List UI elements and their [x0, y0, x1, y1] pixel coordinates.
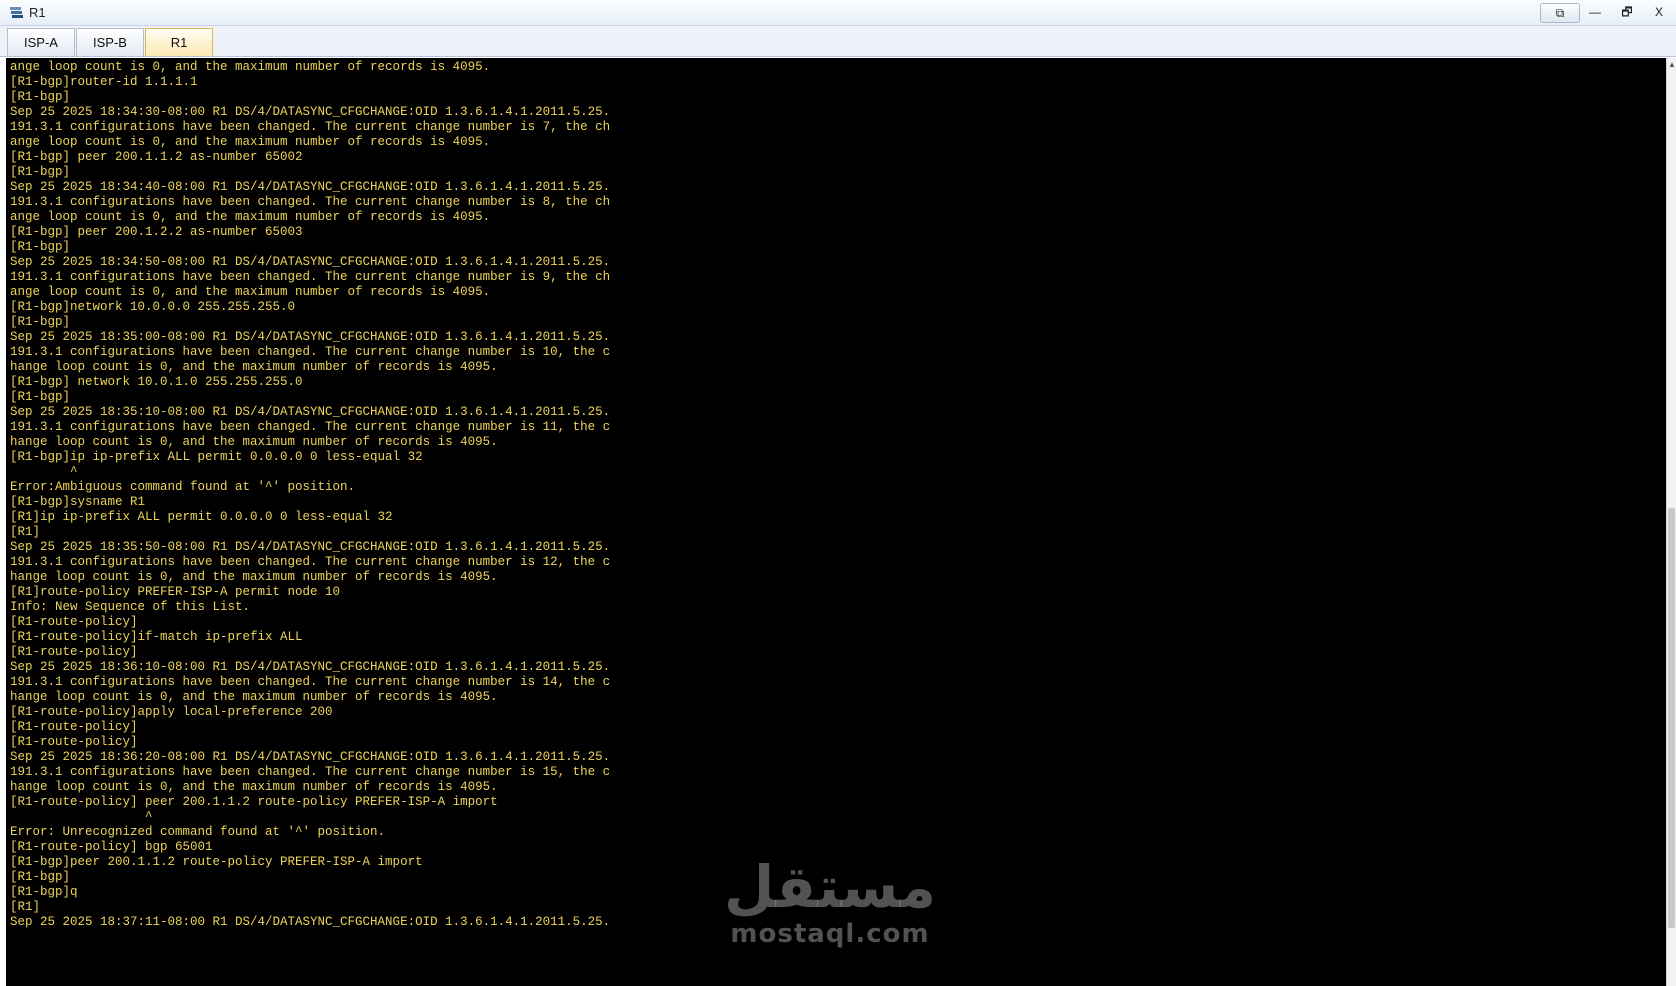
terminal-line: [R1-bgp]router-id 1.1.1.1 — [10, 75, 198, 89]
restore-app-button[interactable]: ⧉ — [1540, 3, 1580, 23]
terminal-console[interactable]: ange loop count is 0, and the maximum nu… — [6, 58, 1666, 986]
terminal-line: Sep 25 2025 18:34:50-08:00 R1 DS/4/DATAS… — [10, 255, 611, 269]
terminal-line: [R1-route-policy] — [10, 645, 138, 659]
terminal-line: ange loop count is 0, and the maximum nu… — [10, 135, 491, 149]
terminal-line: Info: New Sequence of this List. — [10, 600, 251, 614]
terminal-line: Sep 25 2025 18:34:30-08:00 R1 DS/4/DATAS… — [10, 105, 611, 119]
terminal-line: Sep 25 2025 18:35:10-08:00 R1 DS/4/DATAS… — [10, 405, 611, 419]
terminal-line: 191.3.1 configurations have been changed… — [10, 345, 611, 359]
terminal-line: hange loop count is 0, and the maximum n… — [10, 360, 498, 374]
window-title: R1 — [29, 5, 46, 20]
terminal-line: 191.3.1 configurations have been changed… — [10, 675, 611, 689]
terminal-line: ange loop count is 0, and the maximum nu… — [10, 285, 491, 299]
title-bar: R1 ⧉ — 🗗 X — [0, 0, 1676, 26]
terminal-line: [R1-bgp]sysname R1 — [10, 495, 146, 509]
terminal-line: [R1-route-policy] — [10, 615, 138, 629]
terminal-line: [R1-route-policy]apply local-preference … — [10, 705, 333, 719]
terminal-line: [R1]ip ip-prefix ALL permit 0.0.0.0 0 le… — [10, 510, 393, 524]
terminal-line: [R1-bgp]network 10.0.0.0 255.255.255.0 — [10, 300, 296, 314]
terminal-line: [R1-bgp] peer 200.1.2.2 as-number 65003 — [10, 225, 303, 239]
router-app-icon — [10, 7, 23, 18]
terminal-line: [R1]route-policy PREFER-ISP-A permit nod… — [10, 585, 341, 599]
terminal-line: Error: Unrecognized command found at '^'… — [10, 825, 386, 839]
terminal-line: [R1-route-policy] — [10, 720, 138, 734]
terminal-line: [R1-bgp] network 10.0.1.0 255.255.255.0 — [10, 375, 303, 389]
terminal-line: Sep 25 2025 18:36:20-08:00 R1 DS/4/DATAS… — [10, 750, 611, 764]
terminal-line: hange loop count is 0, and the maximum n… — [10, 570, 498, 584]
tab-isp-a[interactable]: ISP-A — [7, 28, 75, 56]
terminal-line: [R1-bgp]q — [10, 885, 78, 899]
terminal-line: [R1-bgp] — [10, 390, 71, 404]
terminal-line: [R1-bgp] peer 200.1.1.2 as-number 65002 — [10, 150, 303, 164]
terminal-line: ^ — [10, 465, 78, 479]
terminal-line: [R1] — [10, 525, 41, 539]
close-button[interactable]: X — [1646, 3, 1672, 23]
terminal-line: [R1-route-policy] bgp 65001 — [10, 840, 213, 854]
terminal-line: Sep 25 2025 18:37:11-08:00 R1 DS/4/DATAS… — [10, 915, 611, 929]
terminal-line: hange loop count is 0, and the maximum n… — [10, 780, 498, 794]
terminal-line: 191.3.1 configurations have been changed… — [10, 555, 611, 569]
terminal-line: [R1-route-policy] — [10, 735, 138, 749]
terminal-line: [R1-bgp]ip ip-prefix ALL permit 0.0.0.0 … — [10, 450, 423, 464]
terminal-line: hange loop count is 0, and the maximum n… — [10, 435, 498, 449]
tab-bar: ISP-A ISP-B R1 — [0, 26, 1676, 57]
terminal-line: Error:Ambiguous command found at '^' pos… — [10, 480, 356, 494]
vertical-scrollbar[interactable]: ▲ — [1666, 58, 1676, 986]
terminal-line: Sep 25 2025 18:35:50-08:00 R1 DS/4/DATAS… — [10, 540, 611, 554]
terminal-line: [R1-bgp] — [10, 240, 71, 254]
terminal-line: 191.3.1 configurations have been changed… — [10, 420, 611, 434]
scroll-up-arrow-icon[interactable]: ▲ — [1668, 60, 1676, 69]
terminal-line: Sep 25 2025 18:34:40-08:00 R1 DS/4/DATAS… — [10, 180, 611, 194]
terminal-line: [R1-bgp] — [10, 90, 71, 104]
terminal-line: [R1-bgp] — [10, 315, 71, 329]
terminal-line: ange loop count is 0, and the maximum nu… — [10, 210, 491, 224]
terminal-line: [R1-route-policy]if-match ip-prefix ALL — [10, 630, 303, 644]
terminal-line: [R1-bgp] — [10, 870, 71, 884]
terminal-line: [R1-bgp] — [10, 165, 71, 179]
terminal-window: R1 ⧉ — 🗗 X ISP-A ISP-B R1 ange loop coun… — [0, 0, 1676, 986]
terminal-line: hange loop count is 0, and the maximum n… — [10, 690, 498, 704]
terminal-line: [R1-bgp]peer 200.1.1.2 route-policy PREF… — [10, 855, 423, 869]
terminal-line: Sep 25 2025 18:36:10-08:00 R1 DS/4/DATAS… — [10, 660, 611, 674]
maximize-button[interactable]: 🗗 — [1612, 3, 1642, 23]
terminal-line: [R1] — [10, 900, 41, 914]
terminal-line: ange loop count is 0, and the maximum nu… — [10, 60, 491, 74]
terminal-line: 191.3.1 configurations have been changed… — [10, 765, 611, 779]
terminal-line: 191.3.1 configurations have been changed… — [10, 270, 611, 284]
terminal-line: ^ — [10, 810, 153, 824]
terminal-line: [R1-route-policy] peer 200.1.1.2 route-p… — [10, 795, 498, 809]
terminal-line: Sep 25 2025 18:35:00-08:00 R1 DS/4/DATAS… — [10, 330, 611, 344]
terminal-line: 191.3.1 configurations have been changed… — [10, 195, 611, 209]
terminal-line: 191.3.1 configurations have been changed… — [10, 120, 611, 134]
tab-r1[interactable]: R1 — [145, 28, 213, 56]
tab-isp-b[interactable]: ISP-B — [76, 28, 144, 56]
minimize-button[interactable]: — — [1580, 3, 1610, 23]
scroll-thumb[interactable] — [1668, 508, 1675, 928]
